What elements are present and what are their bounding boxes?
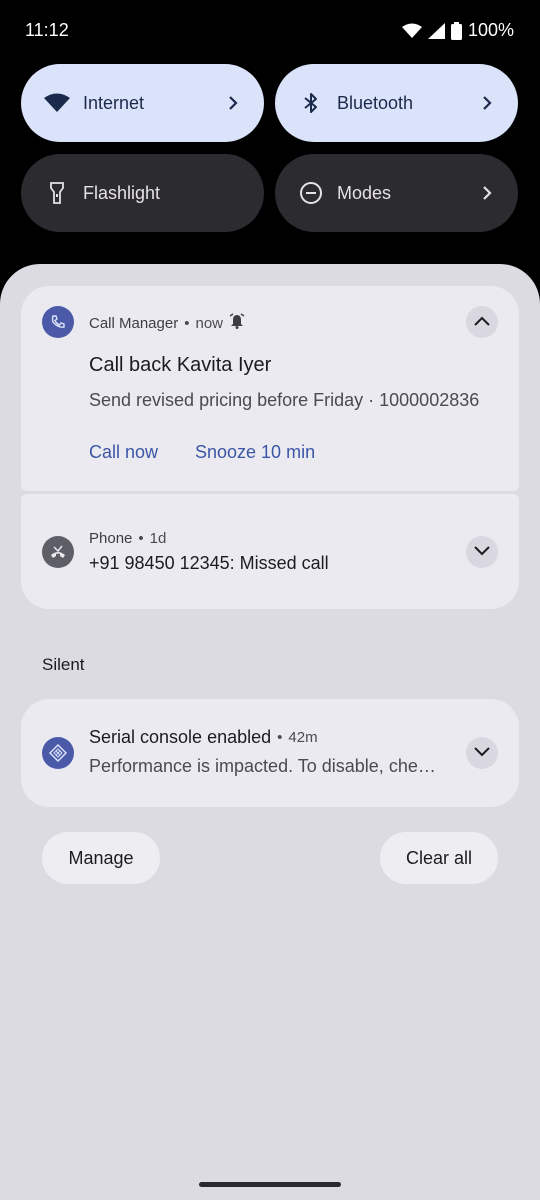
status-icons: 100%: [401, 20, 514, 41]
bluetooth-icon: [297, 89, 325, 117]
notification-text: Performance is impacted. To disable, che…: [89, 756, 436, 776]
tile-modes[interactable]: Modes: [275, 154, 518, 232]
chevron-down-icon: [474, 543, 490, 561]
manage-button[interactable]: Manage: [42, 832, 160, 884]
notification-title: Serial console enabled: [89, 727, 272, 747]
battery-icon: [450, 21, 462, 40]
notification-meta: Call Manager • now: [89, 313, 245, 333]
chevron-right-icon: [224, 94, 242, 112]
notification-meta: Phone • 1d: [89, 530, 166, 547]
home-gesture-bar[interactable]: [199, 1182, 341, 1187]
chevron-right-icon: [478, 184, 496, 202]
notification-time: now: [195, 314, 224, 332]
separator-dot: •: [277, 729, 283, 746]
wifi-icon: [43, 89, 71, 117]
clear-all-button[interactable]: Clear all: [380, 832, 498, 884]
chevron-down-icon: [474, 744, 490, 762]
tile-label: Flashlight: [83, 182, 161, 203]
tile-label: Bluetooth: [337, 92, 414, 113]
call-manager-app-icon: [42, 306, 74, 338]
serial-console-app-icon: [42, 737, 74, 769]
call-now-button[interactable]: Call now: [89, 442, 158, 463]
notification-meta: Serial console enabled • 42m: [89, 727, 318, 748]
wifi-signal-icon: [401, 23, 422, 39]
battery-percent: 100%: [467, 20, 514, 40]
notification-text: +91 98450 12345: Missed call: [89, 553, 329, 573]
modes-icon: [297, 179, 325, 207]
flashlight-icon: [43, 179, 71, 207]
notification-serial-console[interactable]: [21, 699, 519, 807]
collapse-button[interactable]: [466, 306, 498, 338]
silent-section-label: Silent: [42, 655, 85, 674]
expand-button[interactable]: [466, 536, 498, 568]
alarm-bell-icon: [229, 313, 245, 333]
tile-label: Modes: [337, 182, 392, 203]
notification-phone[interactable]: [21, 494, 519, 609]
expand-button[interactable]: [466, 737, 498, 769]
separator-dot: •: [138, 530, 144, 547]
tile-flashlight[interactable]: Flashlight: [21, 154, 264, 232]
app-name: Phone: [89, 530, 133, 547]
separator-dot: •: [184, 314, 190, 332]
tile-internet[interactable]: Internet: [21, 64, 264, 142]
tile-label: Internet: [83, 92, 145, 113]
notification-time: 1d: [149, 530, 167, 547]
phone-app-icon: [42, 536, 74, 568]
chevron-right-icon: [478, 94, 496, 112]
cell-signal-icon: [427, 22, 445, 39]
app-name: Call Manager: [89, 314, 179, 332]
chevron-up-icon: [474, 313, 490, 331]
tile-bluetooth[interactable]: Bluetooth: [275, 64, 518, 142]
status-time: 11:12: [25, 20, 69, 40]
notification-title: Call back Kavita Iyer: [89, 354, 272, 376]
snooze-button[interactable]: Snooze 10 min: [195, 442, 315, 463]
notification-text: Send revised pricing before Friday · 100…: [89, 390, 480, 410]
notification-time: 42m: [288, 729, 318, 746]
